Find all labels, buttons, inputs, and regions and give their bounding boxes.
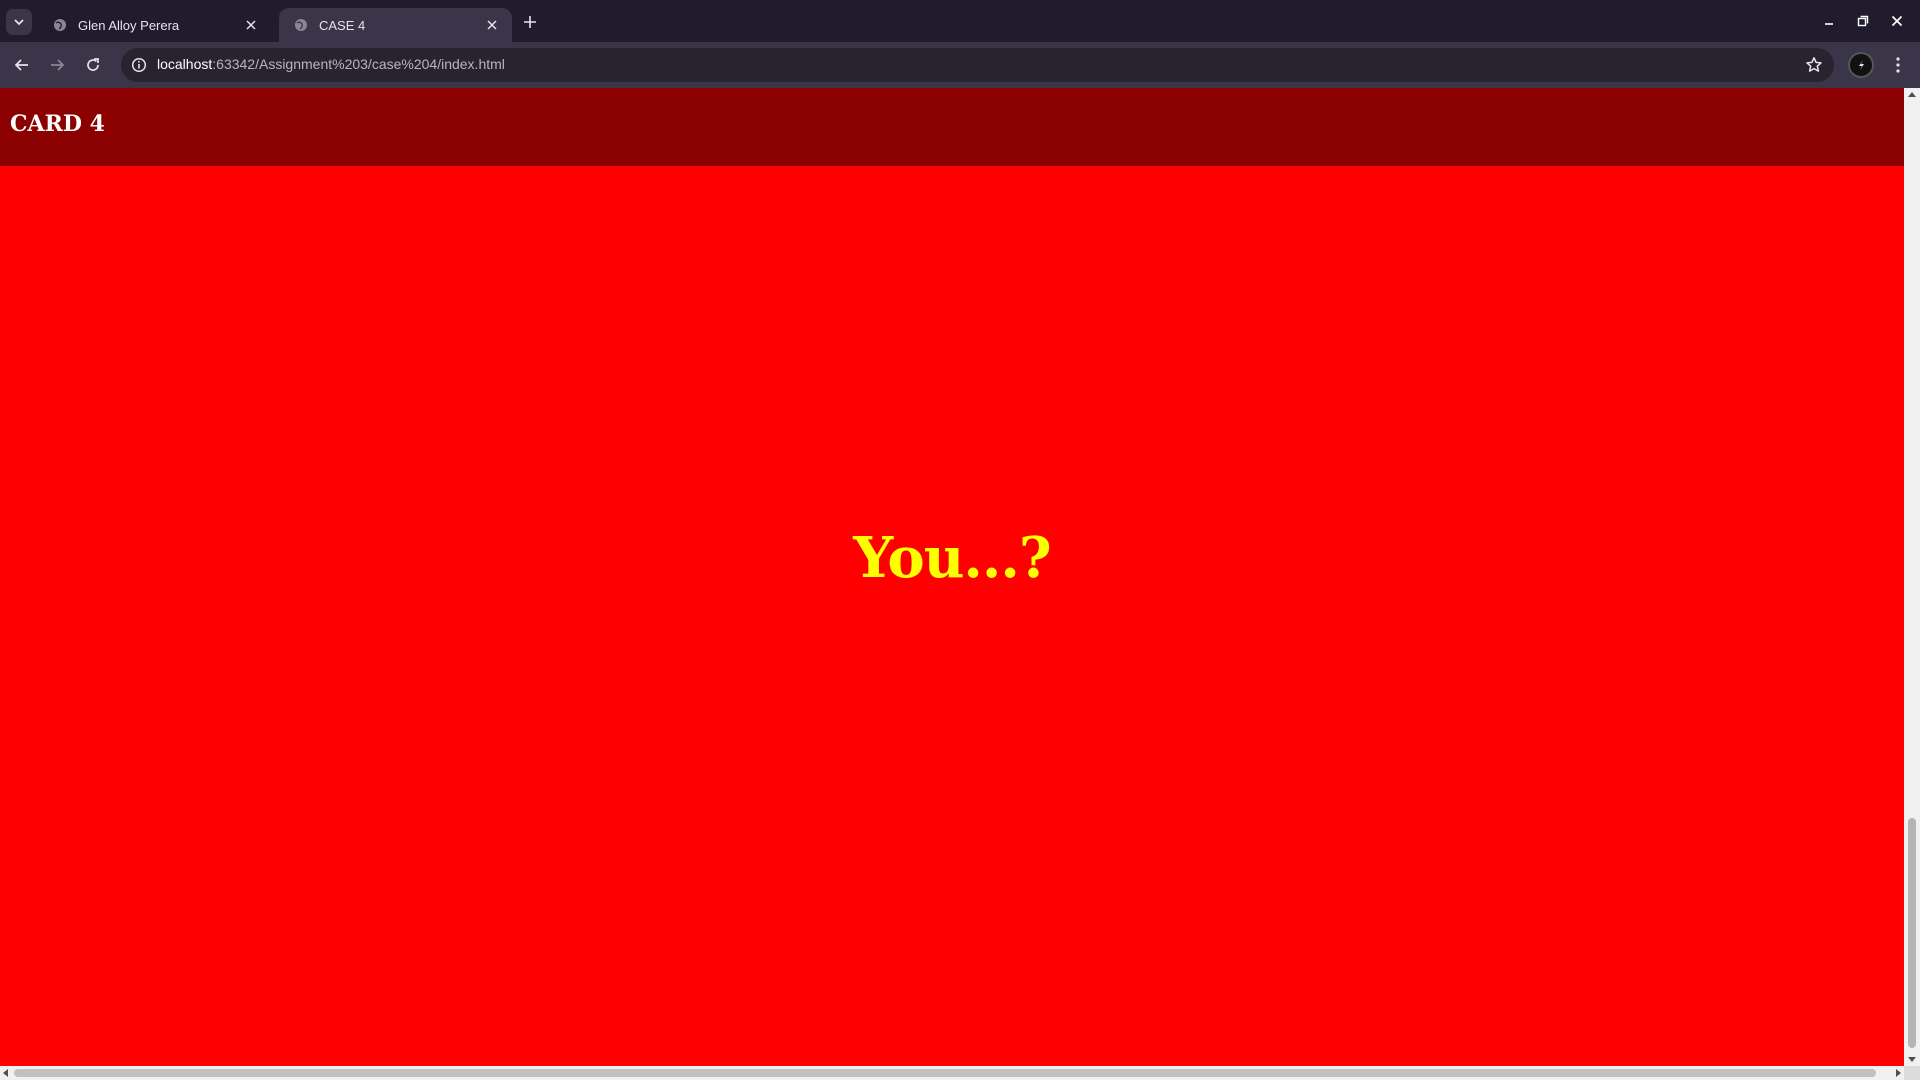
window-controls <box>1812 0 1920 42</box>
globe-icon <box>52 17 68 33</box>
restore-icon <box>1857 15 1869 27</box>
close-icon <box>1891 15 1903 27</box>
plus-icon <box>524 16 536 28</box>
page-viewport: CARD 4 You...? <box>0 88 1904 1066</box>
browser-toolbar: localhost:63342/Assignment%203/case%204/… <box>0 42 1920 88</box>
profile-avatar[interactable] <box>1848 52 1874 78</box>
close-icon[interactable] <box>241 15 261 35</box>
new-tab-button[interactable] <box>518 10 542 34</box>
card-header: CARD 4 <box>0 88 1904 166</box>
minimize-icon <box>1825 23 1833 25</box>
horizontal-scrollbar[interactable] <box>0 1066 1904 1080</box>
restore-button[interactable] <box>1852 10 1874 32</box>
browser-tabstrip: Glen Alloy Perera CASE 4 <box>0 0 1920 42</box>
extension-icon <box>1859 60 1864 70</box>
scroll-down-icon[interactable] <box>1908 1057 1916 1062</box>
browser-menu-button[interactable] <box>1886 52 1910 78</box>
address-bar[interactable]: localhost:63342/Assignment%203/case%204/… <box>121 48 1834 82</box>
minimize-button[interactable] <box>1818 10 1840 32</box>
tab-title: Glen Alloy Perera <box>78 17 180 33</box>
url-host: localhost <box>157 56 213 72</box>
close-window-button[interactable] <box>1886 10 1908 32</box>
arrow-right-icon <box>51 59 65 71</box>
globe-icon <box>293 17 309 33</box>
url-path: :63342/Assignment%203/case%204/index.htm… <box>212 56 505 72</box>
scroll-up-icon[interactable] <box>1908 92 1916 97</box>
tab-case-4[interactable]: CASE 4 <box>279 8 512 42</box>
horizontal-scroll-thumb[interactable] <box>14 1069 1876 1077</box>
scrollbar-corner <box>1904 1066 1920 1080</box>
vertical-scroll-thumb[interactable] <box>1908 818 1916 1048</box>
close-icon[interactable] <box>482 15 502 35</box>
url-text[interactable]: localhost:63342/Assignment%203/case%204/… <box>157 56 505 72</box>
scroll-right-icon[interactable] <box>1896 1069 1901 1077</box>
reload-icon <box>87 58 99 71</box>
card-message: You...? <box>853 525 1051 591</box>
vertical-scrollbar[interactable] <box>1904 88 1920 1066</box>
arrow-left-icon <box>14 59 28 71</box>
reload-button[interactable] <box>79 51 107 79</box>
site-info-icon[interactable] <box>127 53 151 77</box>
tab-glen-alloy-perera[interactable]: Glen Alloy Perera <box>38 8 271 42</box>
chevron-down-icon <box>14 19 24 26</box>
back-button[interactable] <box>8 51 36 79</box>
kebab-menu-icon <box>1896 57 1900 73</box>
scroll-left-icon[interactable] <box>3 1069 8 1077</box>
tab-search-button[interactable] <box>6 9 32 35</box>
card-title: CARD 4 <box>10 111 105 137</box>
bookmark-star-icon[interactable] <box>1802 53 1826 77</box>
forward-button[interactable] <box>43 51 71 79</box>
tab-title: CASE 4 <box>319 17 366 33</box>
